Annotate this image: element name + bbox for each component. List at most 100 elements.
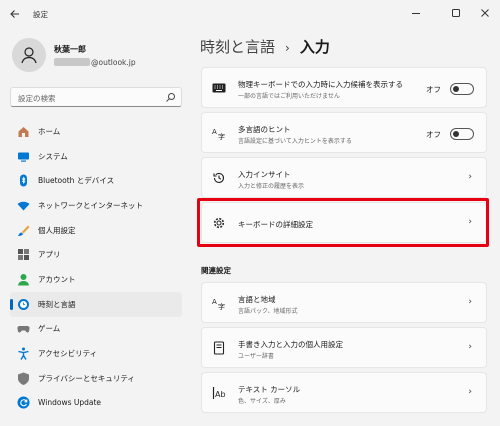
sidebar-item-label: アカウント — [38, 274, 76, 284]
sidebar-item-network[interactable]: ネットワークとインターネット — [10, 193, 182, 218]
time-language-icon — [16, 297, 30, 311]
setting-subtitle: ユーザー辞書 — [238, 353, 274, 360]
setting-subtitle: 入力と修正の履歴を表示 — [238, 183, 305, 190]
related-card-handwriting[interactable]: 手書き入力と入力の個人用設定 ユーザー辞書 › — [201, 327, 487, 368]
sidebar-item-bluetooth[interactable]: Bluetooth とデバイス — [10, 168, 182, 193]
section-heading: 関連設定 — [201, 266, 231, 275]
sidebar-item-system[interactable]: システム — [10, 144, 182, 169]
sidebar-item-accessibility[interactable]: アクセシビリティ — [10, 341, 182, 366]
minimize-button[interactable] — [405, 4, 427, 22]
suggestions-toggle[interactable] — [450, 83, 474, 95]
setting-title: 多言語のヒント — [238, 125, 291, 134]
setting-title: テキスト カーソル — [238, 385, 301, 394]
account-icon — [16, 272, 30, 286]
setting-subtitle: 言語パック、地域形式 — [238, 308, 298, 315]
sidebar-item-label: 個人用設定 — [38, 225, 76, 235]
setting-subtitle: 一部の言語ではご利用いただけません — [238, 93, 340, 100]
setting-title: 入力インサイト — [238, 170, 291, 179]
search-icon — [166, 93, 175, 102]
accessibility-icon — [16, 347, 30, 361]
search-input[interactable]: 設定の検索 — [10, 87, 182, 107]
toggle-knob — [453, 86, 459, 92]
home-icon — [16, 124, 30, 138]
back-button[interactable] — [6, 6, 24, 22]
breadcrumb-current: 入力 — [299, 38, 330, 56]
svg-text:A: A — [212, 128, 217, 136]
gaming-icon — [16, 322, 30, 336]
sidebar-item-gaming[interactable]: ゲーム — [10, 317, 182, 342]
svg-text:字: 字 — [218, 132, 225, 140]
svg-text:A: A — [212, 298, 217, 306]
multilingual-toggle[interactable] — [450, 128, 474, 140]
toggle-state-label: オフ — [426, 85, 441, 94]
bluetooth-icon — [16, 174, 30, 188]
avatar[interactable] — [12, 38, 46, 72]
language-region-icon: A字 — [212, 296, 226, 310]
apps-icon — [16, 248, 30, 262]
sidebar-item-label: アプリ — [38, 250, 61, 260]
sidebar-item-label: Windows Update — [38, 398, 102, 408]
sidebar-item-label: ホーム — [38, 126, 61, 136]
close-icon — [481, 9, 489, 17]
sidebar-nav: ホーム システム Bluetooth とデバイス ネットワークとインターネット … — [10, 119, 182, 415]
sidebar-item-privacy[interactable]: プライバシーとセキュリティ — [10, 366, 182, 391]
maximize-icon — [452, 9, 460, 17]
text-cursor-icon: Ab — [212, 386, 226, 400]
sidebar-item-time-language[interactable]: 時刻と言語 — [10, 291, 182, 317]
notebook-icon — [212, 341, 226, 355]
maximize-button[interactable] — [445, 4, 467, 22]
language-hint-icon: A字 — [212, 126, 226, 140]
title-bar: 設定 — [0, 0, 500, 28]
chevron-right-icon: › — [468, 172, 472, 182]
user-name: 秋葉一郎 — [54, 45, 86, 54]
brush-icon — [16, 223, 30, 237]
setting-subtitle: 色、サイズ、厚み — [238, 398, 286, 405]
sidebar-item-accounts[interactable]: アカウント — [10, 267, 182, 292]
related-card-language-region[interactable]: A字 言語と地域 言語パック、地域形式 › — [201, 282, 487, 323]
back-arrow-icon — [10, 10, 19, 18]
setting-card-suggestions: 物理キーボードでの入力時に入力候補を表示する 一部の言語ではご利用いただけません… — [201, 67, 487, 108]
sidebar-item-label: 時刻と言語 — [38, 299, 76, 309]
keyboard-icon — [212, 81, 226, 95]
toggle-state-label: オフ — [426, 130, 441, 139]
svg-text:Ab: Ab — [215, 390, 226, 399]
setting-title: 言語と地域 — [238, 295, 276, 304]
history-icon — [212, 171, 226, 185]
setting-title: 物理キーボードでの入力時に入力候補を表示する — [238, 80, 403, 89]
chevron-right-icon: › — [468, 297, 472, 307]
page-title: 時刻と言語 › 入力 — [200, 36, 330, 57]
sidebar-item-home[interactable]: ホーム — [10, 119, 182, 144]
minimize-icon — [412, 13, 420, 14]
sidebar-item-label: ゲーム — [38, 324, 61, 334]
app-title: 設定 — [33, 10, 48, 19]
system-icon — [16, 149, 30, 163]
setting-card-multilingual: A字 多言語のヒント 言語設定に基づいて入力ヒントを表示する オフ — [201, 112, 487, 153]
setting-subtitle: 言語設定に基づいて入力ヒントを表示する — [238, 138, 352, 145]
highlight-box — [197, 198, 489, 247]
sidebar-item-apps[interactable]: アプリ — [10, 242, 182, 267]
email-suffix: @outlook.jp — [91, 58, 136, 67]
shield-icon — [16, 371, 30, 385]
wifi-icon — [16, 198, 30, 212]
chevron-right-icon: › — [468, 387, 472, 397]
sidebar-item-personalization[interactable]: 個人用設定 — [10, 218, 182, 243]
sidebar-item-label: Bluetooth とデバイス — [38, 176, 115, 186]
update-icon — [16, 396, 30, 410]
user-email: @outlook.jp — [54, 58, 136, 67]
related-card-text-cursor[interactable]: Ab テキスト カーソル 色、サイズ、厚み › — [201, 372, 487, 413]
breadcrumb-separator: › — [285, 41, 290, 55]
close-button[interactable] — [474, 4, 496, 22]
email-redaction — [54, 58, 90, 66]
search-placeholder: 設定の検索 — [18, 94, 56, 103]
sidebar-item-label: アクセシビリティ — [38, 349, 98, 359]
sidebar-item-windows-update[interactable]: Windows Update — [10, 391, 182, 416]
setting-title: 手書き入力と入力の個人用設定 — [238, 340, 343, 349]
setting-card-insights[interactable]: 入力インサイト 入力と修正の履歴を表示 › — [201, 157, 487, 198]
toggle-knob — [453, 131, 459, 137]
sidebar-item-label: ネットワークとインターネット — [38, 200, 143, 210]
breadcrumb-parent[interactable]: 時刻と言語 — [200, 38, 275, 56]
sidebar-item-label: プライバシーとセキュリティ — [38, 373, 135, 383]
svg-text:字: 字 — [218, 302, 225, 310]
sidebar-item-label: システム — [38, 151, 68, 161]
chevron-right-icon: › — [468, 342, 472, 352]
